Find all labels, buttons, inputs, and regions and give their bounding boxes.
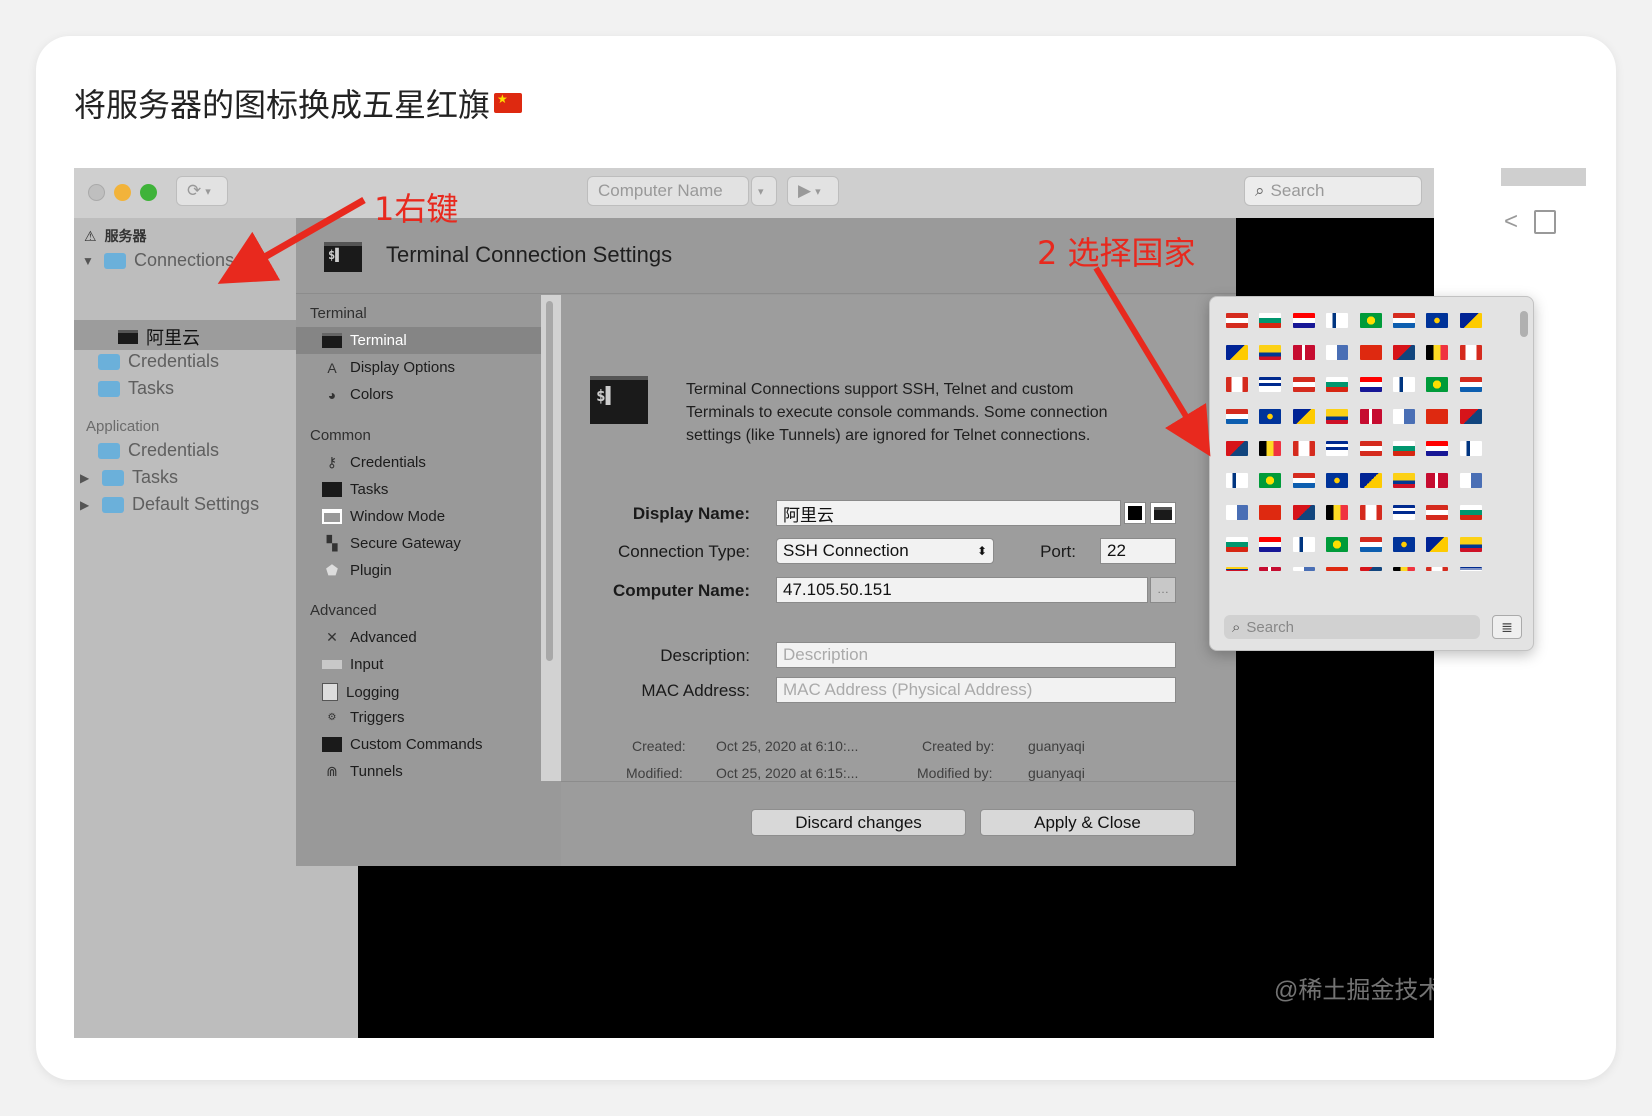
article-card: 将服务器的图标换成五星红旗 ⟳▾ Computer Name ▾ ▶▾ ⌕ Se… [36, 36, 1616, 1080]
arrow-to-icon-picker [1093, 266, 1211, 457]
annotation-step1: 1右键 [374, 190, 459, 228]
article-heading: 将服务器的图标换成五星红旗 [74, 80, 523, 126]
china-flag-icon [494, 92, 523, 113]
heading-text: 将服务器的图标换成五星红旗 [74, 86, 491, 124]
annotation-step2: 2 选择国家 [1037, 234, 1196, 272]
watermark: @稀土掘金技术社区 [1274, 977, 1491, 1004]
arrow-to-connection [217, 196, 366, 284]
app-screenshot: ⟳▾ Computer Name ▾ ▶▾ ⌕ Search ⚠服务器 ▼ [74, 168, 1586, 1038]
annotation-arrows [217, 196, 1211, 457]
